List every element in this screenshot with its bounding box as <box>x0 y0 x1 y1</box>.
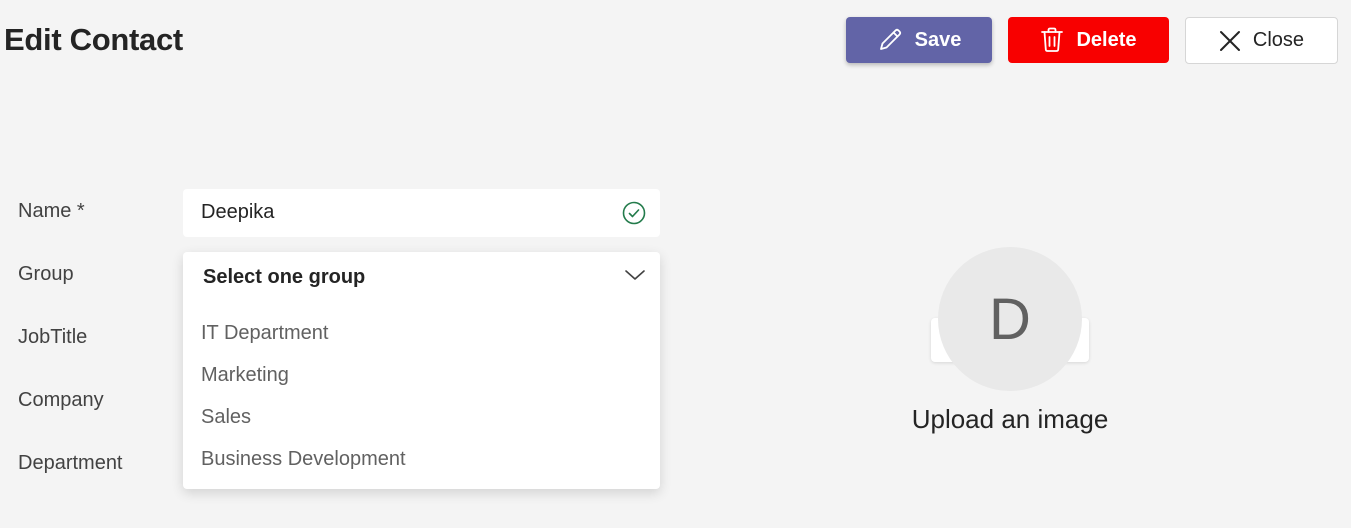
check-circle-icon <box>622 201 646 230</box>
edit-contact-page: Edit Contact Save Delete Close Name * Gr… <box>0 0 1351 528</box>
trash-icon <box>1040 27 1064 53</box>
pencil-icon <box>877 27 903 53</box>
avatar-initial: D <box>989 286 1031 352</box>
avatar[interactable]: D <box>938 247 1082 391</box>
name-field-value: Deepika <box>201 201 275 223</box>
delete-button-label: Delete <box>1076 28 1137 51</box>
name-field[interactable]: Deepika <box>183 189 660 237</box>
chevron-down-icon[interactable] <box>624 268 646 287</box>
upload-image-link[interactable]: Upload an image <box>880 404 1140 435</box>
group-option-business-development[interactable]: Business Development <box>201 448 406 471</box>
close-button-label: Close <box>1252 29 1305 51</box>
group-dropdown-selected: Select one group <box>203 266 366 288</box>
close-button[interactable]: Close <box>1185 17 1338 64</box>
save-button-label: Save <box>914 28 962 51</box>
group-dropdown[interactable]: Select one group IT Department Marketing… <box>183 252 660 489</box>
delete-button[interactable]: Delete <box>1008 17 1169 63</box>
save-button[interactable]: Save <box>846 17 992 63</box>
company-label: Company <box>18 389 104 411</box>
group-label: Group <box>18 263 74 285</box>
group-option-sales[interactable]: Sales <box>201 406 251 429</box>
group-option-it-department[interactable]: IT Department <box>201 322 328 345</box>
jobtitle-label: JobTitle <box>18 326 88 348</box>
page-title: Edit Contact <box>4 22 183 57</box>
name-label: Name * <box>18 200 85 222</box>
close-icon <box>1219 30 1241 52</box>
department-label: Department <box>18 452 123 474</box>
group-option-marketing[interactable]: Marketing <box>201 364 289 387</box>
